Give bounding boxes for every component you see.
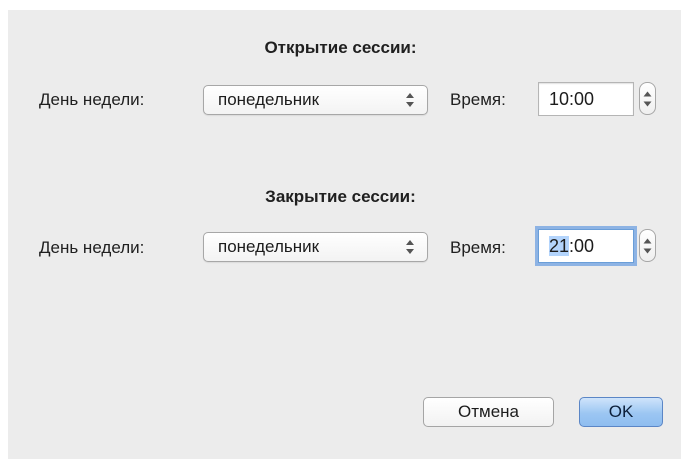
close-time-hours-selected: 21 xyxy=(549,236,570,256)
close-weekday-label: День недели: xyxy=(39,238,145,257)
cancel-button[interactable]: Отмена xyxy=(423,397,554,427)
updown-arrows-icon xyxy=(405,238,415,256)
ok-button[interactable]: OK xyxy=(579,397,663,427)
open-time-stepper[interactable] xyxy=(639,82,656,115)
open-time-label: Время: xyxy=(450,90,506,109)
close-weekday-select[interactable]: понедельник xyxy=(203,232,428,262)
updown-arrows-icon xyxy=(405,91,415,109)
open-session-title: Открытие сессии: xyxy=(264,38,417,57)
open-weekday-value: понедельник xyxy=(218,90,320,109)
open-time-field[interactable]: 10:00 xyxy=(538,82,634,116)
open-time-minutes: :00 xyxy=(569,89,595,109)
stepper-down-icon xyxy=(643,101,652,106)
close-weekday-value: понедельник xyxy=(218,237,320,256)
close-time-label: Время: xyxy=(450,238,506,257)
open-weekday-select[interactable]: понедельник xyxy=(203,85,428,115)
close-time-stepper[interactable] xyxy=(639,229,656,262)
stepper-up-icon xyxy=(643,91,652,97)
open-time-hours: 10 xyxy=(549,89,570,109)
stepper-up-icon xyxy=(643,238,652,244)
open-weekday-label: День недели: xyxy=(39,90,145,109)
close-time-minutes: :00 xyxy=(569,236,595,256)
close-time-increment[interactable] xyxy=(640,230,655,246)
close-time-decrement[interactable] xyxy=(640,246,655,262)
stepper-down-icon xyxy=(643,248,652,253)
close-session-title: Закрытие сессии: xyxy=(265,187,416,206)
open-time-decrement[interactable] xyxy=(640,99,655,115)
open-time-increment[interactable] xyxy=(640,83,655,99)
close-time-field[interactable]: 21:00 xyxy=(538,229,634,263)
